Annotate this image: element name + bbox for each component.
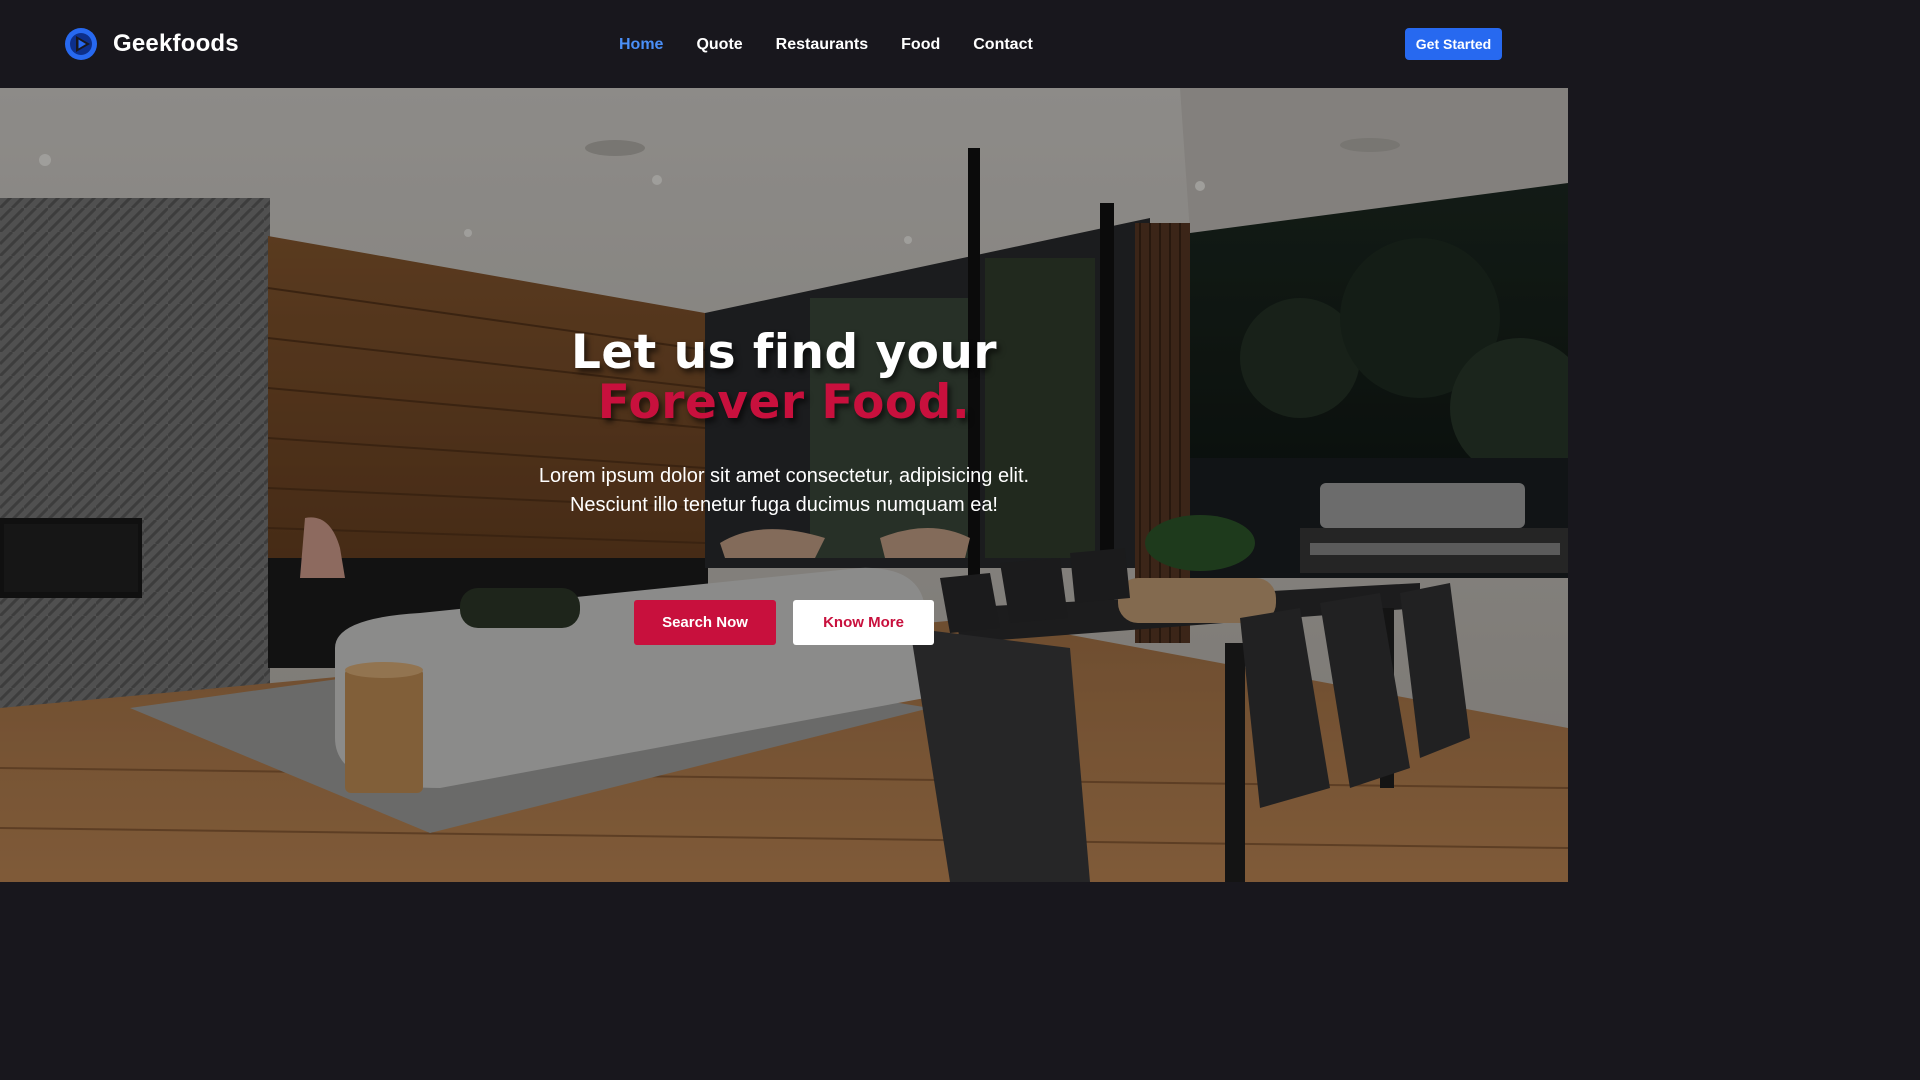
- hero-title-line1: Let us find your: [570, 325, 998, 380]
- brand[interactable]: Geekfoods: [64, 26, 239, 62]
- get-started-button[interactable]: Get Started: [1405, 28, 1502, 60]
- nav-contact[interactable]: Contact: [973, 34, 1033, 56]
- brand-name: Geekfoods: [113, 30, 239, 57]
- navbar: Geekfoods Home Quote Restaurants Food Co…: [0, 0, 1568, 88]
- main-nav: Home Quote Restaurants Food Contact: [619, 34, 1066, 56]
- hero-title-accent: Forever Food.: [597, 375, 971, 430]
- play-logo-icon: [65, 28, 97, 60]
- hero-title: Let us find your Forever Food.: [0, 328, 1568, 428]
- hero-section: Let us find your Forever Food. Lorem ips…: [0, 88, 1568, 882]
- hero-subtitle-line2: Nesciunt illo tenetur fuga ducimus numqu…: [569, 494, 998, 516]
- know-more-button[interactable]: Know More: [793, 600, 934, 645]
- search-now-button[interactable]: Search Now: [634, 600, 776, 645]
- hero-actions: Search Now Know More: [0, 600, 1568, 645]
- nav-home[interactable]: Home: [619, 34, 663, 56]
- hero-content: Let us find your Forever Food. Lorem ips…: [0, 328, 1568, 645]
- hero-subtitle-line1: Lorem ipsum dolor sit amet consectetur, …: [538, 465, 1030, 487]
- nav-restaurants[interactable]: Restaurants: [776, 34, 868, 56]
- nav-food[interactable]: Food: [901, 34, 940, 56]
- nav-quote[interactable]: Quote: [696, 34, 742, 56]
- hero-subtitle: Lorem ipsum dolor sit amet consectetur, …: [0, 462, 1568, 520]
